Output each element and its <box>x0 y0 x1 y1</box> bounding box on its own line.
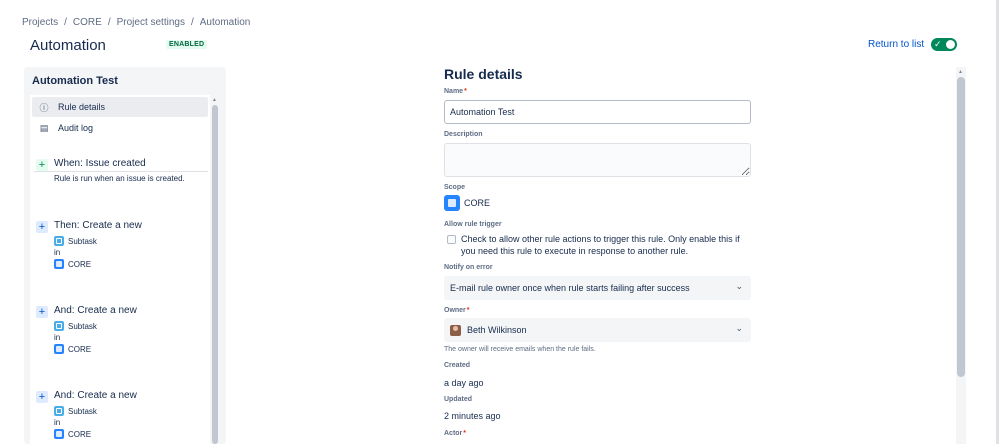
action-issue-type: Subtask <box>54 406 97 416</box>
scroll-up-icon[interactable]: ▲ <box>958 69 963 75</box>
breadcrumb-project-settings[interactable]: Project settings <box>117 17 185 28</box>
subtask-icon <box>54 236 64 246</box>
updated-value: 2 minutes ago <box>444 411 501 421</box>
notify-on-error-select[interactable]: E-mail rule owner once when rule starts … <box>444 276 751 300</box>
allow-rule-trigger-label: Allow rule trigger <box>444 221 502 228</box>
scope-label: Scope <box>444 184 466 191</box>
notify-selected-value: E-mail rule owner once when rule starts … <box>450 283 690 293</box>
breadcrumb-core[interactable]: CORE <box>73 17 102 28</box>
add-icon[interactable]: + <box>36 221 48 233</box>
breadcrumb-automation[interactable]: Automation <box>200 17 251 28</box>
add-icon[interactable]: + <box>36 306 48 318</box>
scroll-up-icon[interactable]: ▲ <box>212 97 217 103</box>
subtask-icon <box>54 321 64 331</box>
rule-enabled-toggle[interactable]: ✓ <box>931 38 957 51</box>
created-value: a day ago <box>444 378 484 388</box>
rule-name-input[interactable] <box>444 100 751 124</box>
avatar <box>450 324 461 336</box>
issue-type-label: Subtask <box>68 406 97 416</box>
breadcrumb-separator: / <box>190 17 194 28</box>
description-input[interactable] <box>444 143 751 177</box>
project-icon <box>54 259 64 269</box>
trigger-title: When: Issue created <box>54 158 146 169</box>
owner-selected-value: Beth Wilkinson <box>467 325 527 335</box>
action-issue-type: Subtask <box>54 321 97 331</box>
breadcrumb-separator: / <box>107 17 111 28</box>
project-label: CORE <box>68 344 92 354</box>
main-scroll-thumb[interactable] <box>957 77 965 377</box>
document-icon: ▤ <box>39 122 49 133</box>
issue-type-label: Subtask <box>68 236 97 246</box>
action-project: CORE <box>54 259 91 269</box>
sidebar-panel: ⓘ Rule details ▤ Audit log + When: Issue… <box>30 95 220 444</box>
actor-label: Actor* <box>444 430 467 437</box>
scope-project-label: CORE <box>464 198 491 208</box>
project-icon <box>444 195 460 211</box>
sidebar-divider <box>34 171 208 172</box>
breadcrumb: Projects / CORE / Project settings / Aut… <box>22 17 250 28</box>
add-icon[interactable]: + <box>36 391 48 403</box>
notify-on-error-label: Notify on error <box>444 264 493 271</box>
page-title: Automation <box>30 37 106 54</box>
scope-value: CORE <box>444 195 490 211</box>
sidebar-scrollbar[interactable]: ▲ <box>210 95 220 444</box>
name-label: Name* <box>444 88 467 95</box>
action-title: And: Create a new <box>54 305 137 316</box>
action-title: Then: Create a new <box>54 220 142 231</box>
action-issue-type: Subtask <box>54 236 97 246</box>
nav-label: Audit log <box>58 123 94 133</box>
chevron-down-icon: ⌄ <box>735 281 743 291</box>
breadcrumb-separator: / <box>64 17 67 28</box>
nav-label: Rule details <box>58 102 106 112</box>
rule-sidebar: Automation Test ⓘ Rule details ▤ Audit l… <box>24 67 226 444</box>
project-icon <box>54 344 64 354</box>
chevron-down-icon: ⌄ <box>735 323 743 333</box>
breadcrumb-projects[interactable]: Projects <box>22 17 58 28</box>
project-label: CORE <box>68 259 92 269</box>
action-title: And: Create a new <box>54 390 137 401</box>
status-badge: ENABLED <box>166 40 208 49</box>
subtask-icon <box>54 406 64 416</box>
project-label: CORE <box>68 429 92 439</box>
action-in-label: in <box>54 333 61 342</box>
action-project: CORE <box>54 344 91 354</box>
nav-rule-details[interactable]: ⓘ Rule details <box>32 97 208 117</box>
action-in-label: in <box>54 248 61 257</box>
owner-label: Owner* <box>444 307 470 314</box>
automation-page: Projects / CORE / Project settings / Aut… <box>0 0 999 444</box>
toggle-knob <box>946 40 955 49</box>
return-to-list-link[interactable]: Return to list <box>868 39 924 50</box>
allow-rule-trigger-checkbox[interactable] <box>447 235 456 244</box>
owner-helper-text: The owner will receive emails when the r… <box>444 346 596 353</box>
created-label: Created <box>444 362 471 369</box>
rule-details-title: Rule details <box>444 66 523 82</box>
check-icon: ✓ <box>934 39 942 49</box>
owner-select[interactable]: Beth Wilkinson ⌄ <box>444 318 751 342</box>
issue-type-label: Subtask <box>68 321 97 331</box>
allow-rule-trigger-text: Check to allow other rule actions to tri… <box>461 234 740 256</box>
updated-label: Updated <box>444 396 472 403</box>
description-label: Description <box>444 131 483 138</box>
add-icon[interactable]: + <box>36 159 48 171</box>
action-project: CORE <box>54 429 91 439</box>
project-icon <box>54 429 64 439</box>
nav-audit-log[interactable]: ▤ Audit log <box>32 118 208 138</box>
sidebar-scroll-thumb[interactable] <box>212 105 218 444</box>
trigger-description: Rule is run when an issue is created. <box>54 174 185 183</box>
info-icon: ⓘ <box>39 102 49 113</box>
action-in-label: in <box>54 418 61 427</box>
sidebar-rule-title: Automation Test <box>32 75 118 87</box>
main-scrollbar[interactable]: ▲ <box>956 67 966 444</box>
